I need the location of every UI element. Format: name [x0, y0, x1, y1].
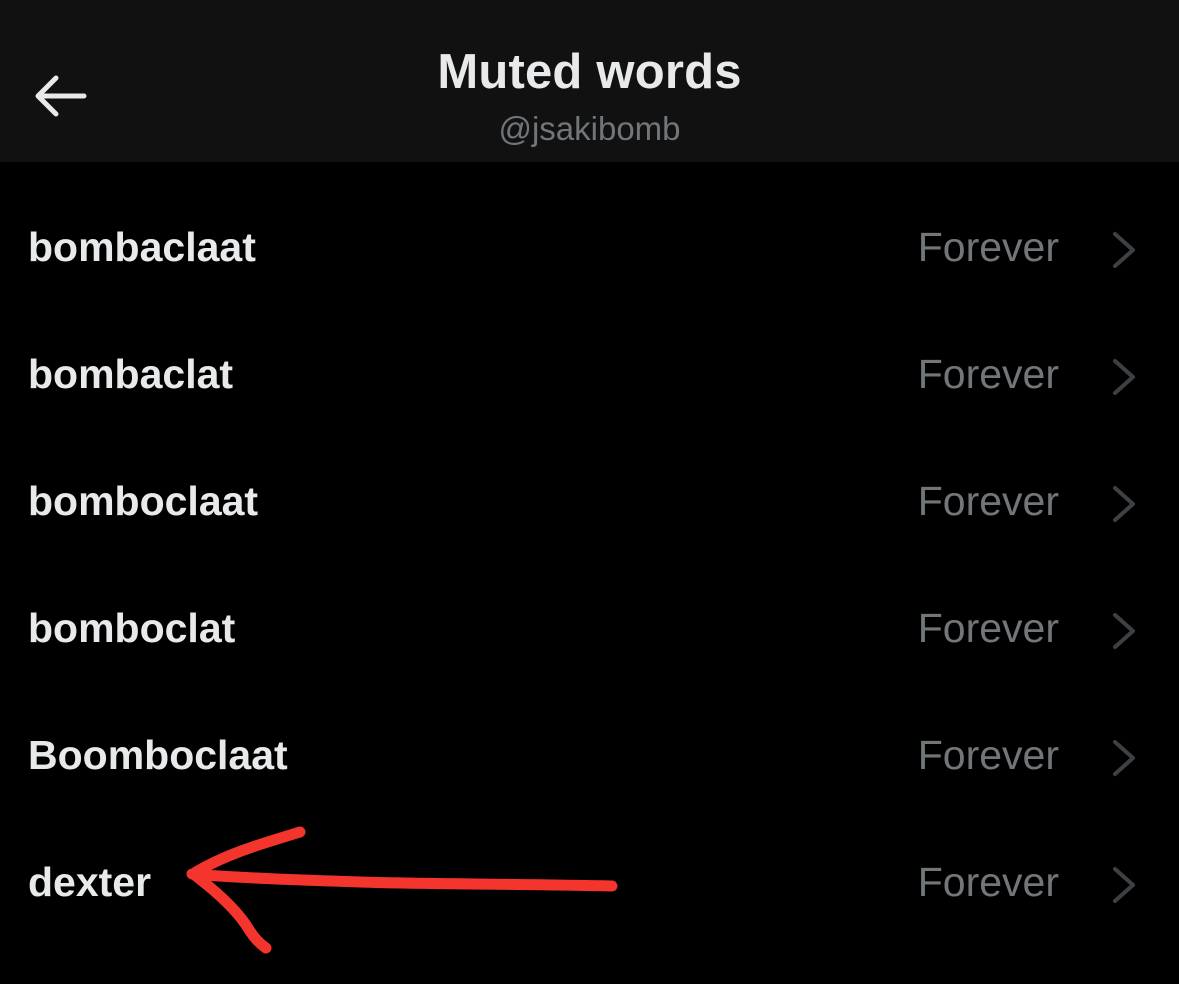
- muted-word-label: bomboclaat: [28, 478, 259, 524]
- mute-duration: Forever: [917, 859, 1059, 905]
- muted-word-row[interactable]: bombaclaat Forever: [0, 186, 1179, 313]
- mute-duration: Forever: [917, 351, 1059, 397]
- chevron-right-icon: [1113, 613, 1135, 649]
- muted-word-row[interactable]: Boomboclaat Forever: [0, 694, 1179, 821]
- muted-word-label: bomboclat: [28, 605, 236, 651]
- page-title: Muted words: [437, 45, 742, 99]
- muted-word-label: dexter: [28, 859, 152, 905]
- muted-word-row[interactable]: bomboclaat Forever: [0, 440, 1179, 567]
- account-handle: @jsakibomb: [498, 110, 681, 147]
- chevron-right-icon: [1113, 740, 1135, 776]
- mute-duration: Forever: [917, 732, 1059, 778]
- chevron-right-icon: [1113, 359, 1135, 395]
- muted-word-row[interactable]: bomboclat Forever: [0, 567, 1179, 694]
- chevron-right-icon: [1113, 232, 1135, 268]
- mute-duration: Forever: [917, 224, 1059, 270]
- top-bar: Muted words @jsakibomb: [0, 0, 1179, 162]
- muted-word-row[interactable]: bombaclat Forever: [0, 313, 1179, 440]
- muted-word-row[interactable]: dexter Forever: [0, 821, 1179, 948]
- muted-word-label: Boomboclaat: [28, 732, 288, 778]
- chevron-right-icon: [1113, 486, 1135, 522]
- muted-word-label: bombaclaat: [28, 224, 256, 270]
- mute-duration: Forever: [917, 605, 1059, 651]
- mute-duration: Forever: [917, 478, 1059, 524]
- chevron-right-icon: [1113, 867, 1135, 903]
- muted-words-list: bombaclaat Forever bombaclat Forever bom…: [0, 186, 1179, 948]
- muted-word-label: bombaclat: [28, 351, 234, 397]
